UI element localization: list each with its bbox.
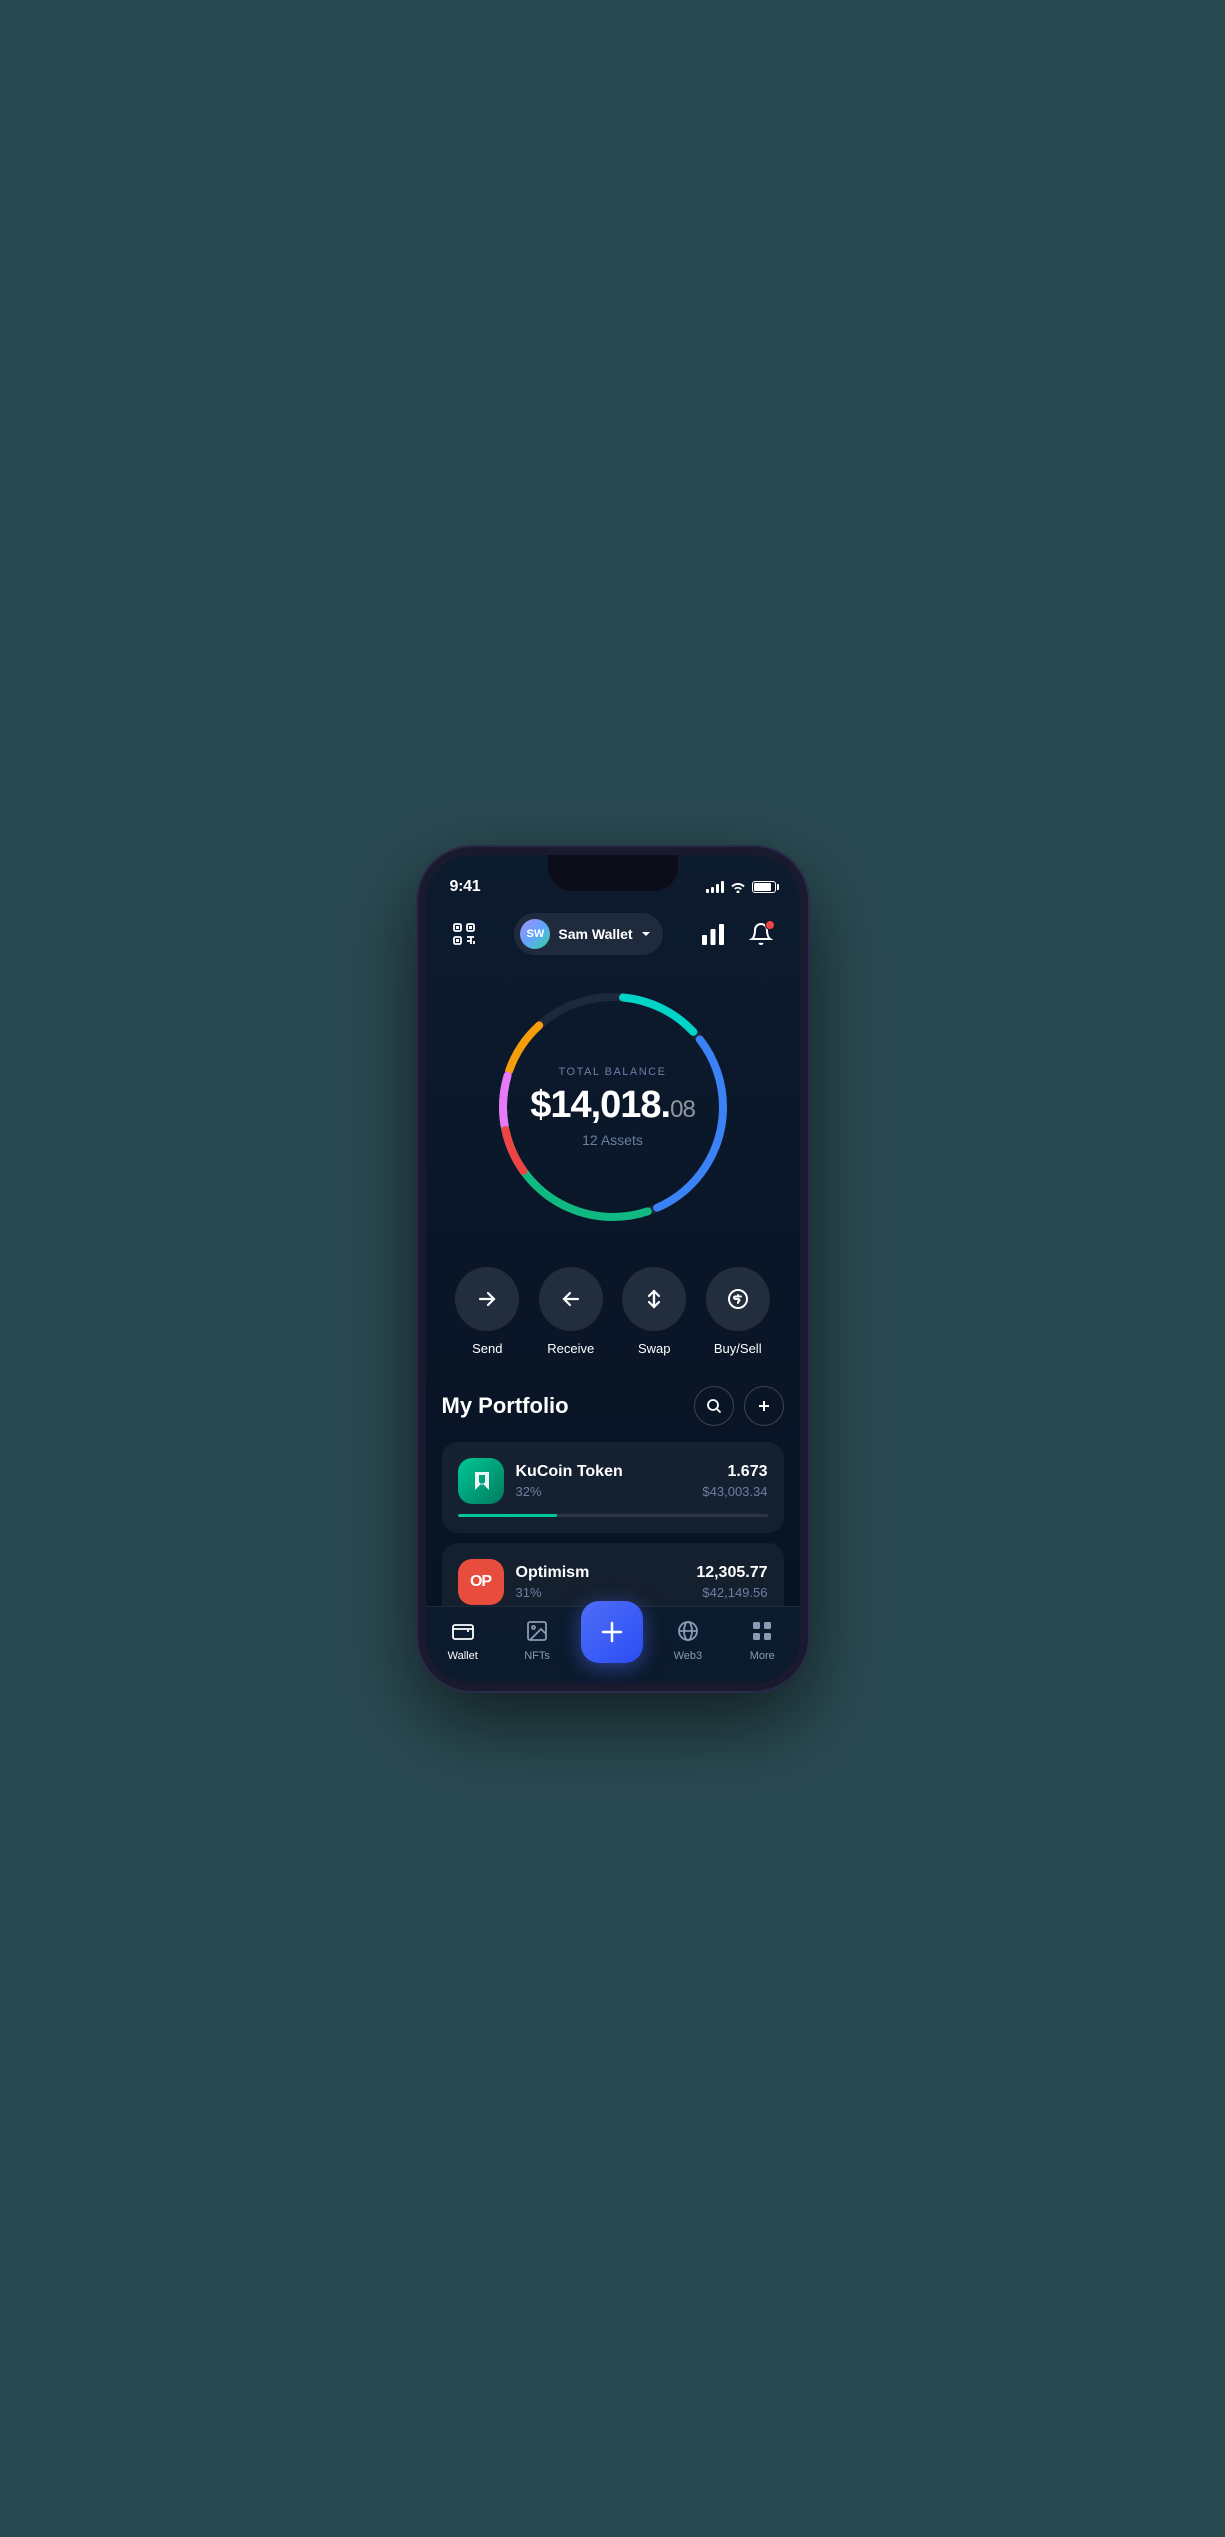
- wifi-icon: [730, 881, 746, 893]
- buysell-label: Buy/Sell: [714, 1341, 762, 1356]
- receive-button[interactable]: [539, 1267, 603, 1331]
- swap-label: Swap: [638, 1341, 671, 1356]
- action-send: Send: [455, 1267, 519, 1356]
- kucoin-amount: 1.673: [702, 1463, 767, 1481]
- asset-row-optimism: OP Optimism 31% 12,305.77 $42,149.56: [458, 1559, 768, 1605]
- notch: [548, 855, 678, 891]
- avatar: SW: [520, 919, 550, 949]
- header: SW Sam Wallet: [426, 905, 800, 967]
- center-action-button[interactable]: [581, 1601, 643, 1663]
- portfolio-header: My Portfolio: [442, 1386, 784, 1426]
- chart-icon[interactable]: [695, 916, 731, 952]
- signal-bars-icon: [706, 881, 724, 893]
- status-time: 9:41: [450, 878, 481, 896]
- web3-nav-label: Web3: [674, 1650, 703, 1662]
- screen: 9:41: [426, 855, 800, 1683]
- kucoin-icon: [458, 1458, 504, 1504]
- web3-nav-icon: [674, 1617, 702, 1645]
- nfts-nav-label: NFTs: [524, 1650, 550, 1662]
- optimism-info: Optimism 31%: [516, 1564, 685, 1600]
- ring-container: TOTAL BALANCE $14,018.08 12 Assets: [483, 977, 743, 1237]
- balance-label: TOTAL BALANCE: [523, 1066, 703, 1078]
- header-right: [695, 916, 779, 952]
- receive-label: Receive: [547, 1341, 594, 1356]
- optimism-icon: OP: [458, 1559, 504, 1605]
- chevron-down-icon: [641, 931, 651, 937]
- optimism-pct: 31%: [516, 1585, 685, 1600]
- battery-icon: [752, 881, 776, 893]
- portfolio-section: My Portfolio: [426, 1386, 800, 1634]
- optimism-name: Optimism: [516, 1564, 685, 1582]
- send-button[interactable]: [455, 1267, 519, 1331]
- bottom-nav: Wallet NFTs: [426, 1606, 800, 1683]
- status-icons: [706, 881, 776, 893]
- swap-button[interactable]: [622, 1267, 686, 1331]
- header-left: [446, 916, 482, 952]
- more-nav-label: More: [750, 1650, 775, 1662]
- nav-wallet[interactable]: Wallet: [433, 1617, 493, 1662]
- asset-row-kucoin: KuCoin Token 32% 1.673 $43,003.34: [458, 1458, 768, 1504]
- scan-icon[interactable]: [446, 916, 482, 952]
- optimism-values: 12,305.77 $42,149.56: [696, 1564, 767, 1600]
- kucoin-values: 1.673 $43,003.34: [702, 1463, 767, 1499]
- action-buysell: Buy/Sell: [706, 1267, 770, 1356]
- asset-card-kucoin[interactable]: KuCoin Token 32% 1.673 $43,003.34: [442, 1442, 784, 1533]
- action-swap: Swap: [622, 1267, 686, 1356]
- add-asset-button[interactable]: [744, 1386, 784, 1426]
- nav-nfts[interactable]: NFTs: [507, 1617, 567, 1662]
- kucoin-progress-fill: [458, 1514, 557, 1517]
- more-nav-icon: [748, 1617, 776, 1645]
- nav-web3[interactable]: Web3: [658, 1617, 718, 1662]
- kucoin-pct: 32%: [516, 1484, 691, 1499]
- send-label: Send: [472, 1341, 502, 1356]
- balance-amount: $14,018.08: [523, 1086, 703, 1124]
- notification-button[interactable]: [743, 916, 779, 952]
- wallet-nav-label: Wallet: [448, 1650, 478, 1662]
- kucoin-usd: $43,003.34: [702, 1484, 767, 1499]
- action-receive: Receive: [539, 1267, 603, 1356]
- search-button[interactable]: [694, 1386, 734, 1426]
- portfolio-title: My Portfolio: [442, 1393, 569, 1419]
- nav-more[interactable]: More: [732, 1617, 792, 1662]
- kucoin-info: KuCoin Token 32%: [516, 1463, 691, 1499]
- wallet-selector[interactable]: SW Sam Wallet: [514, 913, 662, 955]
- kucoin-progress: [458, 1514, 768, 1517]
- nfts-nav-icon: [523, 1617, 551, 1645]
- portfolio-action-buttons: [694, 1386, 784, 1426]
- wallet-nav-icon: [449, 1617, 477, 1645]
- balance-content: TOTAL BALANCE $14,018.08 12 Assets: [523, 1066, 703, 1148]
- assets-count: 12 Assets: [523, 1132, 703, 1148]
- actions-row: Send Receive: [426, 1257, 800, 1386]
- notification-dot: [765, 920, 775, 930]
- optimism-usd: $42,149.56: [696, 1585, 767, 1600]
- wallet-name: Sam Wallet: [558, 926, 632, 942]
- balance-section: TOTAL BALANCE $14,018.08 12 Assets: [426, 967, 800, 1257]
- buysell-button[interactable]: [706, 1267, 770, 1331]
- kucoin-name: KuCoin Token: [516, 1463, 691, 1481]
- optimism-amount: 12,305.77: [696, 1564, 767, 1582]
- phone-frame: 9:41: [418, 847, 808, 1691]
- nav-center[interactable]: [581, 1617, 643, 1663]
